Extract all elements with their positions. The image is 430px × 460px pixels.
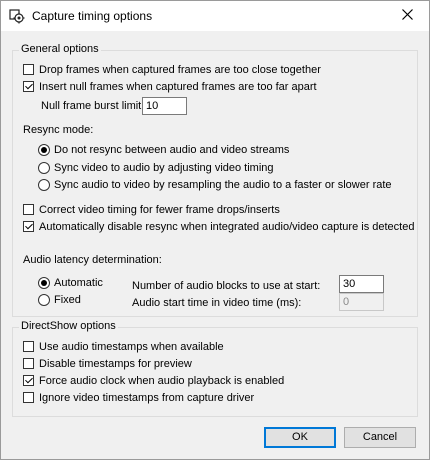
audio-blocks-label: Number of audio blocks to use at start: — [132, 280, 321, 292]
latency-fixed-label[interactable]: Fixed — [54, 294, 81, 306]
correct-timing-label[interactable]: Correct video timing for fewer frame dro… — [39, 204, 280, 216]
title-bar: Capture timing options — [1, 1, 429, 31]
audio-blocks-input[interactable] — [339, 275, 384, 293]
latency-fixed-radio[interactable] — [38, 294, 50, 306]
close-icon — [401, 9, 413, 23]
resync-video-radio[interactable] — [38, 162, 50, 174]
window-title: Capture timing options — [32, 9, 153, 23]
auto-disable-label[interactable]: Automatically disable resync when integr… — [39, 221, 414, 233]
auto-disable-checkbox[interactable] — [23, 221, 34, 232]
correct-timing-checkbox[interactable] — [23, 204, 34, 215]
resync-none-label[interactable]: Do not resync between audio and video st… — [54, 144, 289, 156]
use-audio-timestamps-checkbox[interactable] — [23, 341, 34, 352]
ignore-video-timestamps-label[interactable]: Ignore video timestamps from capture dri… — [39, 392, 254, 404]
insert-null-label[interactable]: Insert null frames when captured frames … — [39, 81, 317, 93]
gear-icon — [9, 8, 25, 24]
disable-preview-timestamps-checkbox[interactable] — [23, 358, 34, 369]
close-button[interactable] — [385, 1, 429, 31]
latency-automatic-label[interactable]: Automatic — [54, 277, 103, 289]
resync-audio-label[interactable]: Sync audio to video by resampling the au… — [54, 179, 392, 191]
burst-limit-input[interactable] — [142, 97, 187, 115]
latency-label: Audio latency determination: — [23, 254, 162, 266]
drop-frames-checkbox[interactable] — [23, 64, 34, 75]
dialog-window: Capture timing options General options D… — [0, 0, 430, 460]
force-audio-clock-checkbox[interactable] — [23, 375, 34, 386]
resync-none-radio[interactable] — [38, 144, 50, 156]
insert-null-checkbox[interactable] — [23, 81, 34, 92]
ignore-video-timestamps-checkbox[interactable] — [23, 392, 34, 403]
force-audio-clock-label[interactable]: Force audio clock when audio playback is… — [39, 375, 284, 387]
use-audio-timestamps-label[interactable]: Use audio timestamps when available — [39, 341, 224, 353]
start-time-input — [339, 293, 384, 311]
ok-button[interactable]: OK — [264, 427, 336, 448]
resync-mode-label: Resync mode: — [23, 124, 94, 136]
cancel-button[interactable]: Cancel — [344, 427, 416, 448]
latency-automatic-radio[interactable] — [38, 277, 50, 289]
burst-limit-label: Null frame burst limit: — [41, 100, 145, 112]
start-time-label: Audio start time in video time (ms): — [132, 297, 302, 309]
resync-video-label[interactable]: Sync video to audio by adjusting video t… — [54, 162, 274, 174]
resync-audio-radio[interactable] — [38, 179, 50, 191]
drop-frames-label[interactable]: Drop frames when captured frames are too… — [39, 64, 321, 76]
directshow-options-label: DirectShow options — [19, 320, 118, 332]
general-options-label: General options — [19, 43, 101, 55]
disable-preview-timestamps-label[interactable]: Disable timestamps for preview — [39, 358, 192, 370]
